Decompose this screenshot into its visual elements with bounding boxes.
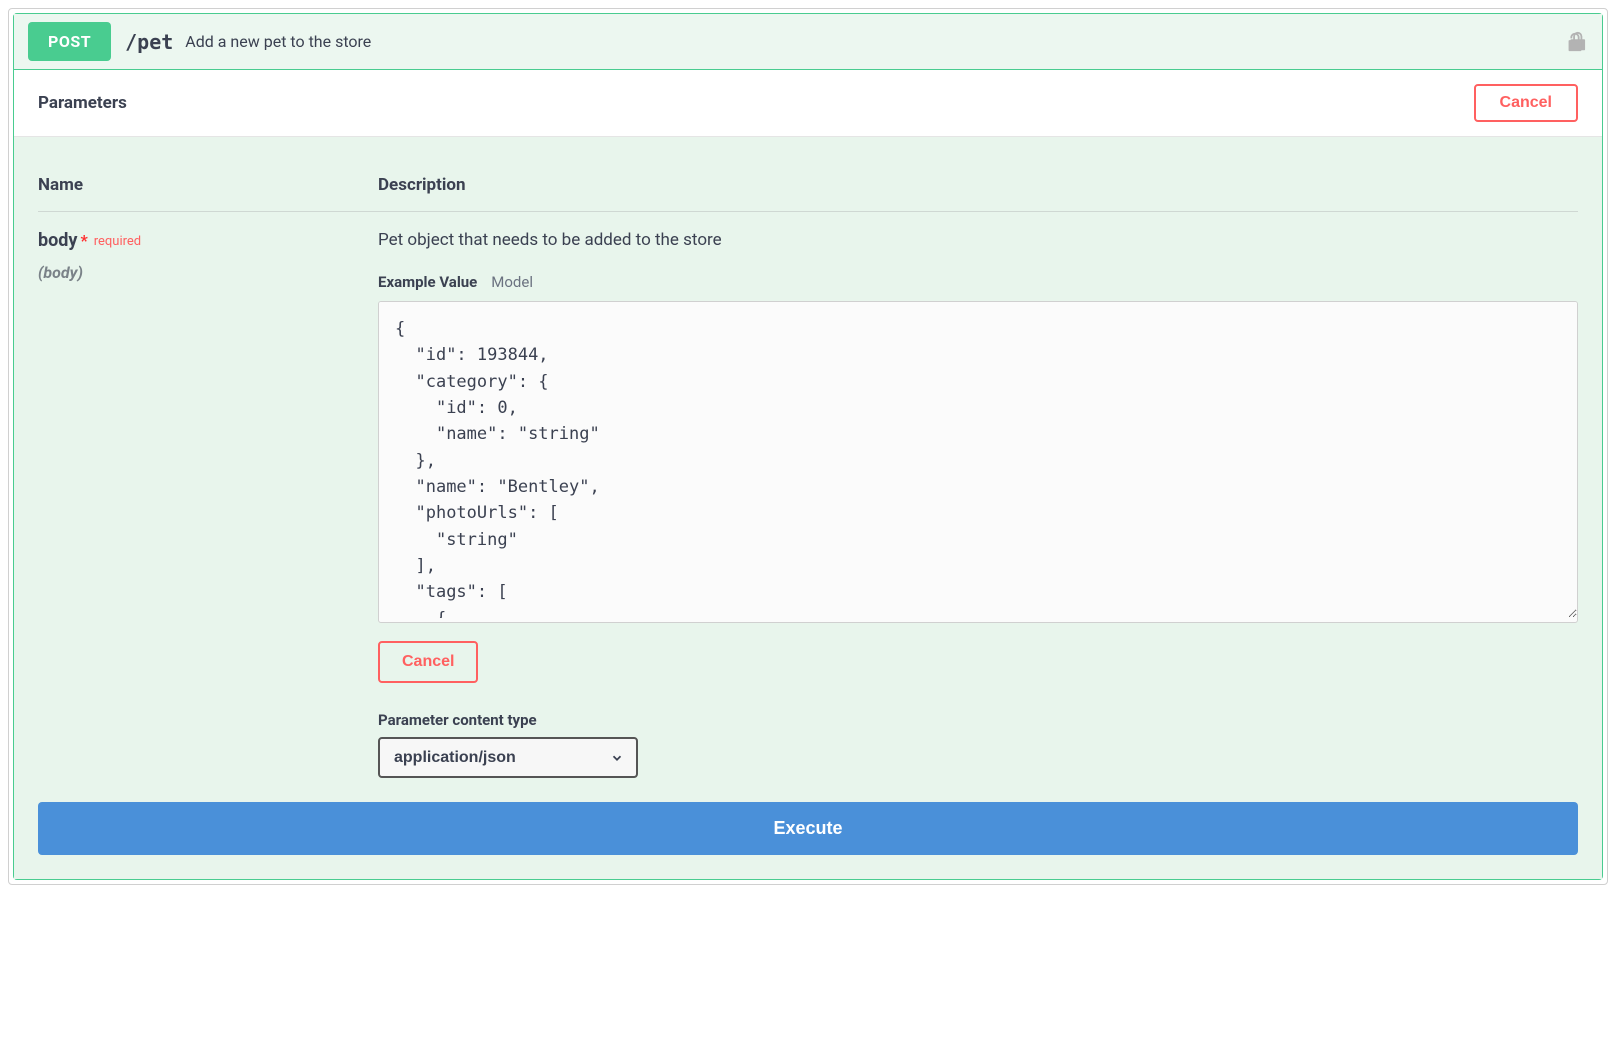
endpoint-description: Add a new pet to the store [185, 32, 371, 51]
method-badge: POST [28, 22, 111, 61]
column-header-description: Description [378, 161, 1578, 212]
lock-icon[interactable] [1564, 31, 1586, 53]
tab-example-value[interactable]: Example Value [378, 273, 477, 291]
required-label: required [94, 234, 141, 249]
cancel-button[interactable]: Cancel [1474, 84, 1578, 122]
content-type-label: Parameter content type [378, 711, 1578, 729]
param-name: body [38, 230, 77, 251]
execute-button[interactable]: Execute [38, 802, 1578, 855]
parameter-row: body* required (body) Pet object that ne… [38, 212, 1578, 779]
content-type-select[interactable]: application/json [378, 737, 638, 778]
column-header-name: Name [38, 161, 378, 212]
tab-model[interactable]: Model [491, 273, 533, 291]
param-in: (body) [38, 263, 378, 282]
required-star-icon: * [80, 231, 87, 250]
param-description: Pet object that needs to be added to the… [378, 230, 1578, 250]
cancel-body-button[interactable]: Cancel [378, 641, 478, 683]
endpoint-path: /pet [125, 30, 173, 54]
endpoint-summary[interactable]: POST /pet Add a new pet to the store [14, 14, 1602, 69]
request-body-input[interactable] [379, 302, 1577, 618]
parameters-heading: Parameters [38, 93, 127, 113]
